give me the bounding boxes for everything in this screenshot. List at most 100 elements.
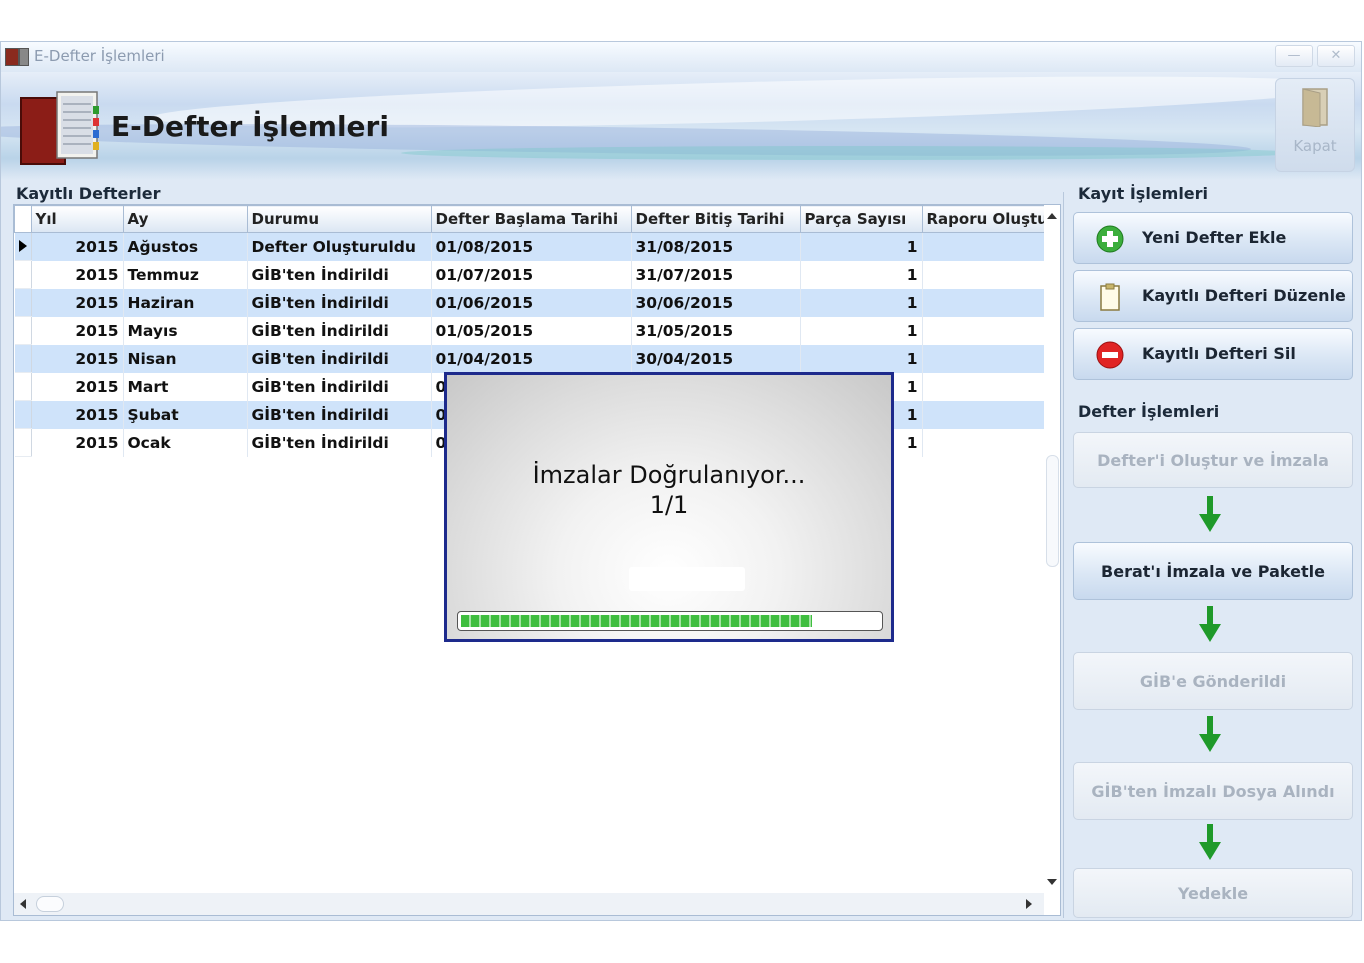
cell-year[interactable]: 2015 — [31, 428, 124, 457]
cell-month[interactable]: Mayıs — [123, 316, 248, 345]
cell-status[interactable]: GİB'ten İndirildi — [247, 260, 432, 289]
cell-month[interactable]: Haziran — [123, 288, 248, 317]
cell-part-count[interactable]: 1 — [800, 316, 923, 345]
horizontal-scrollbar[interactable] — [14, 893, 1044, 915]
cell-month[interactable]: Mart — [123, 372, 248, 401]
edit-book-button[interactable]: Kayıtlı Defteri Düzenle — [1073, 270, 1353, 322]
header-banner: E-Defter İşlemleri Kapat — [1, 72, 1361, 180]
sign-and-package-label: Berat'ı İmzala ve Paketle — [1101, 562, 1325, 581]
cell-report[interactable] — [922, 372, 1053, 401]
cell-part-count[interactable]: 1 — [800, 344, 923, 373]
row-selector[interactable] — [14, 400, 32, 429]
column-header-month[interactable]: Ay — [122, 205, 248, 233]
close-window-button[interactable]: ✕ — [1317, 45, 1355, 67]
cell-status[interactable]: GİB'ten İndirildi — [247, 288, 432, 317]
cell-status[interactable]: GİB'ten İndirildi — [247, 344, 432, 373]
cell-year[interactable]: 2015 — [31, 344, 124, 373]
column-header-year[interactable]: Yıl — [30, 205, 124, 233]
cell-part-count[interactable]: 1 — [800, 260, 923, 289]
close-button[interactable]: Kapat — [1275, 78, 1355, 172]
cell-report[interactable] — [922, 288, 1053, 317]
minus-icon — [1096, 341, 1124, 369]
table-row[interactable]: 2015 Nisan GİB'ten İndirildi 01/04/2015 30/0… — [14, 344, 1053, 373]
table-row[interactable]: 2015 Mayıs GİB'ten İndirildi 01/05/2015 31/0… — [14, 316, 1053, 345]
horizontal-scroll-thumb[interactable] — [36, 896, 64, 912]
sent-to-gib-button[interactable]: GİB'e Gönderildi — [1073, 652, 1353, 710]
cell-report[interactable] — [922, 260, 1053, 289]
row-selector[interactable] — [14, 288, 32, 317]
backup-button[interactable]: Yedekle — [1073, 868, 1353, 918]
cell-year[interactable]: 2015 — [31, 316, 124, 345]
page-title: E-Defter İşlemleri — [111, 110, 389, 143]
table-row[interactable]: 2015 Ağustos Defter Oluşturuldu 01/08/2015 3… — [14, 232, 1053, 261]
cell-end-date[interactable]: 31/07/2015 — [631, 260, 801, 289]
scroll-up-icon[interactable] — [1047, 213, 1057, 219]
signed-file-received-button[interactable]: GİB'ten İmzalı Dosya Alındı — [1073, 762, 1353, 820]
cell-end-date[interactable]: 30/04/2015 — [631, 344, 801, 373]
column-header-part-count[interactable]: Parça Sayısı — [799, 205, 923, 233]
cell-year[interactable]: 2015 — [31, 232, 124, 261]
cell-start-date[interactable]: 01/06/2015 — [431, 288, 632, 317]
create-and-sign-button[interactable]: Defter'i Oluştur ve İmzala — [1073, 432, 1353, 488]
row-selector[interactable] — [14, 232, 32, 261]
actions-panel: Kayıt İşlemleri Yeni Defter Ekle Kayıtlı… — [1067, 184, 1359, 918]
cell-status[interactable]: GİB'ten İndirildi — [247, 400, 432, 429]
column-header-end-date[interactable]: Defter Bitiş Tarihi — [630, 205, 801, 233]
cell-part-count[interactable]: 1 — [800, 232, 923, 261]
progress-bar — [457, 611, 883, 631]
cell-start-date[interactable]: 01/07/2015 — [431, 260, 632, 289]
title-bar: E-Defter İşlemleri — ✕ — [1, 42, 1361, 72]
cell-part-count[interactable]: 1 — [800, 288, 923, 317]
cell-month[interactable]: Ocak — [123, 428, 248, 457]
row-selector[interactable] — [14, 260, 32, 289]
cell-year[interactable]: 2015 — [31, 288, 124, 317]
row-indicator-header — [14, 205, 32, 233]
signed-file-received-label: GİB'ten İmzalı Dosya Alındı — [1091, 782, 1335, 801]
cell-status[interactable]: GİB'ten İndirildi — [247, 428, 432, 457]
cell-report[interactable] — [922, 428, 1053, 457]
cell-report[interactable] — [922, 400, 1053, 429]
row-selector[interactable] — [14, 316, 32, 345]
cell-status[interactable]: Defter Oluşturuldu — [247, 232, 432, 261]
add-new-book-button[interactable]: Yeni Defter Ekle — [1073, 212, 1353, 264]
cell-month[interactable]: Temmuz — [123, 260, 248, 289]
cell-status[interactable]: GİB'ten İndirildi — [247, 372, 432, 401]
column-header-start-date[interactable]: Defter Başlama Tarihi — [430, 205, 632, 233]
column-header-status[interactable]: Durumu — [246, 205, 432, 233]
cell-end-date[interactable]: 31/08/2015 — [631, 232, 801, 261]
row-selector[interactable] — [14, 428, 32, 457]
progress-fill — [461, 615, 812, 627]
sign-and-package-button[interactable]: Berat'ı İmzala ve Paketle — [1073, 542, 1353, 600]
column-header-report[interactable]: Raporu Oluştu — [921, 205, 1053, 233]
cell-start-date[interactable]: 01/08/2015 — [431, 232, 632, 261]
row-selector[interactable] — [14, 344, 32, 373]
cell-start-date[interactable]: 01/05/2015 — [431, 316, 632, 345]
cell-month[interactable]: Şubat — [123, 400, 248, 429]
cell-report[interactable] — [922, 344, 1053, 373]
cell-status[interactable]: GİB'ten İndirildi — [247, 316, 432, 345]
cell-year[interactable]: 2015 — [31, 400, 124, 429]
table-row[interactable]: 2015 Haziran GİB'ten İndirildi 01/06/2015 30… — [14, 288, 1053, 317]
dialog-counter: 1/1 — [649, 491, 689, 519]
minimize-button[interactable]: — — [1275, 45, 1313, 67]
cell-month[interactable]: Ağustos — [123, 232, 248, 261]
clipboard-icon — [1100, 283, 1120, 311]
cell-start-date[interactable]: 01/04/2015 — [431, 344, 632, 373]
cell-report[interactable] — [922, 232, 1053, 261]
cell-month[interactable]: Nisan — [123, 344, 248, 373]
row-selector[interactable] — [14, 372, 32, 401]
scroll-down-icon[interactable] — [1047, 879, 1057, 885]
book-operations-title: Defter İşlemleri — [1075, 402, 1223, 421]
delete-book-button[interactable]: Kayıtlı Defteri Sil — [1073, 328, 1353, 380]
cell-year[interactable]: 2015 — [31, 260, 124, 289]
scroll-left-icon[interactable] — [20, 899, 26, 909]
cell-end-date[interactable]: 31/05/2015 — [631, 316, 801, 345]
cell-year[interactable]: 2015 — [31, 372, 124, 401]
cell-report[interactable] — [922, 316, 1053, 345]
vertical-scroll-thumb[interactable] — [1046, 455, 1059, 567]
scroll-right-icon[interactable] — [1026, 899, 1032, 909]
table-row[interactable]: 2015 Temmuz GİB'ten İndirildi 01/07/2015 31/… — [14, 260, 1053, 289]
cell-end-date[interactable]: 30/06/2015 — [631, 288, 801, 317]
vertical-scrollbar[interactable] — [1044, 205, 1060, 895]
arrow-down-icon — [1199, 716, 1221, 752]
